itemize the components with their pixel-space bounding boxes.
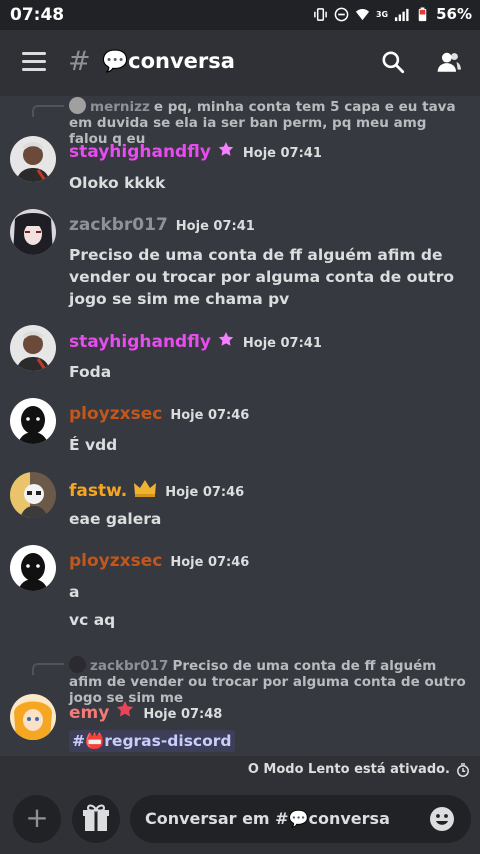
reply-preview[interactable]: mernizz e pq, minha conta tem 5 capa e eu… bbox=[69, 97, 469, 147]
timestamp: Hoje 07:46 bbox=[165, 485, 245, 500]
message-author[interactable]: fastw. Hoje 07:46 bbox=[69, 478, 244, 501]
avatar[interactable] bbox=[10, 209, 56, 255]
booster-badge-icon bbox=[218, 142, 234, 156]
message-author[interactable]: ployzxsec Hoje 07:46 bbox=[69, 551, 249, 571]
channel-title[interactable]: 💬conversa bbox=[102, 49, 235, 74]
message-list[interactable]: mernizz e pq, minha conta tem 5 capa e eu… bbox=[0, 96, 480, 756]
message-input-placeholder: Conversar em #💬conversa bbox=[145, 809, 390, 828]
message-text: Preciso de uma conta de ff alguém afim d… bbox=[69, 246, 454, 308]
reply-author: zackbr017 bbox=[90, 658, 169, 674]
emoji-icon[interactable] bbox=[429, 806, 455, 832]
slowmode-bar: O Modo Lento está ativado. bbox=[0, 756, 480, 784]
message-text: a bbox=[69, 583, 80, 601]
message-author[interactable]: stayhighandfly Hoje 07:41 bbox=[69, 141, 322, 162]
status-time: 07:48 bbox=[10, 5, 65, 25]
message-text: Foda bbox=[69, 363, 112, 381]
timestamp: Hoje 07:46 bbox=[170, 555, 250, 570]
avatar[interactable] bbox=[10, 472, 56, 518]
slowmode-text: O Modo Lento está ativado. bbox=[247, 762, 450, 777]
message-author[interactable]: emy Hoje 07:48 bbox=[69, 700, 222, 723]
booster-badge-icon bbox=[218, 332, 234, 346]
message-text: eae galera bbox=[69, 510, 162, 528]
dnd-icon bbox=[334, 7, 349, 21]
signal-icon bbox=[395, 8, 409, 21]
avatar[interactable] bbox=[10, 398, 56, 444]
slowmode-clock-icon bbox=[457, 763, 469, 777]
message-text: vc aq bbox=[69, 611, 116, 629]
author-name[interactable]: fastw. bbox=[69, 481, 127, 501]
reply-connector bbox=[32, 105, 64, 117]
message-text: É vdd bbox=[69, 436, 118, 454]
role-badge-icon bbox=[117, 701, 134, 717]
avatar[interactable] bbox=[10, 694, 56, 740]
channel-hash-icon: # bbox=[68, 46, 91, 77]
timestamp: Hoje 07:41 bbox=[175, 219, 255, 234]
reply-avatar bbox=[69, 656, 86, 673]
message-author[interactable]: ployzxsec Hoje 07:46 bbox=[69, 404, 249, 424]
author-name[interactable]: stayhighandfly bbox=[69, 332, 211, 352]
message-input[interactable]: Conversar em #💬conversa bbox=[130, 795, 471, 843]
message-composer: + Conversar em #💬conversa bbox=[0, 784, 480, 854]
hamburger-icon[interactable] bbox=[22, 52, 46, 72]
author-name[interactable]: ployzxsec bbox=[69, 551, 162, 571]
vibrate-icon bbox=[314, 7, 327, 21]
channel-header: # 💬conversa bbox=[0, 30, 480, 96]
message-text: #📛regras-discord bbox=[69, 730, 474, 752]
author-name[interactable]: ployzxsec bbox=[69, 404, 162, 424]
avatar[interactable] bbox=[10, 136, 56, 182]
network-type: 3G bbox=[375, 9, 389, 19]
reply-avatar bbox=[69, 97, 86, 114]
battery-icon bbox=[418, 6, 427, 21]
reply-connector bbox=[32, 663, 64, 675]
crown-icon bbox=[134, 480, 157, 497]
reply-preview[interactable]: zackbr017 Preciso de uma conta de ff algu… bbox=[69, 656, 469, 706]
author-name[interactable]: emy bbox=[69, 703, 109, 723]
status-icons: 3G 56% bbox=[313, 5, 472, 23]
reply-author: mernizz bbox=[90, 99, 150, 115]
members-icon[interactable] bbox=[436, 49, 462, 75]
author-name[interactable]: stayhighandfly bbox=[69, 142, 211, 162]
add-attachment-button[interactable]: + bbox=[13, 795, 61, 843]
author-name[interactable]: zackbr017 bbox=[69, 215, 168, 235]
message-author[interactable]: stayhighandfly Hoje 07:41 bbox=[69, 331, 322, 352]
battery-level: 56% bbox=[436, 5, 472, 23]
timestamp: Hoje 07:48 bbox=[143, 707, 223, 722]
message-text: Oloko kkkk bbox=[69, 174, 166, 192]
avatar[interactable] bbox=[10, 325, 56, 371]
avatar[interactable] bbox=[10, 545, 56, 591]
channel-mention[interactable]: #📛regras-discord bbox=[69, 730, 235, 752]
timestamp: Hoje 07:41 bbox=[242, 336, 322, 351]
status-bar: 07:48 3G 56% bbox=[0, 0, 480, 30]
wifi-icon bbox=[355, 8, 370, 20]
timestamp: Hoje 07:46 bbox=[170, 408, 250, 423]
gift-icon bbox=[83, 804, 109, 831]
search-icon[interactable] bbox=[380, 49, 406, 75]
gift-button[interactable] bbox=[72, 795, 120, 843]
timestamp: Hoje 07:41 bbox=[242, 146, 322, 161]
message-author[interactable]: zackbr017 Hoje 07:41 bbox=[69, 215, 255, 235]
